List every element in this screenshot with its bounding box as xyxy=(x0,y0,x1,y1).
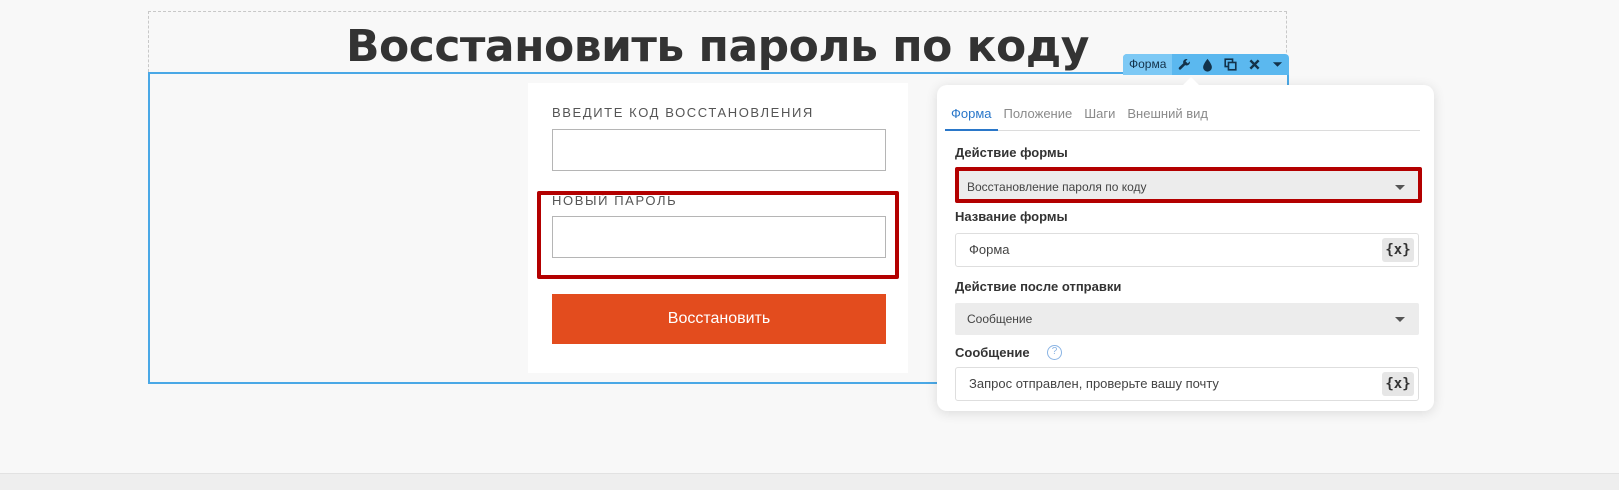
wrench-icon[interactable] xyxy=(1172,54,1195,75)
tab-appearance[interactable]: Внешний вид xyxy=(1121,103,1214,131)
message-label: Сообщение xyxy=(955,345,1030,360)
form-settings-panel: Форма Положение Шаги Внешний вид Действи… xyxy=(937,77,1434,411)
code-field-label: ВВЕДИТЕ КОД ВОССТАНОВЛЕНИЯ xyxy=(552,105,814,120)
after-submit-value: Сообщение xyxy=(967,312,1033,326)
message-input[interactable]: Запрос отправлен, проверьте вашу почту {… xyxy=(955,367,1419,401)
drop-icon[interactable] xyxy=(1196,54,1219,75)
tab-form[interactable]: Форма xyxy=(945,103,998,131)
close-icon[interactable] xyxy=(1242,54,1265,75)
heading-block[interactable]: Восстановить пароль по коду xyxy=(148,11,1287,72)
form-action-highlight-box xyxy=(955,167,1422,203)
widget-toolbar: Форма xyxy=(1123,54,1289,75)
form-name-input[interactable]: Форма {x} xyxy=(955,233,1419,267)
form-name-value: Форма xyxy=(969,242,1010,257)
tab-steps[interactable]: Шаги xyxy=(1078,103,1121,131)
password-highlight-box xyxy=(537,191,899,279)
tab-position[interactable]: Положение xyxy=(998,103,1079,131)
variable-insert-button[interactable]: {x} xyxy=(1382,238,1414,262)
variable-insert-button[interactable]: {x} xyxy=(1382,372,1414,396)
chevron-down-icon[interactable] xyxy=(1266,54,1289,75)
form-action-label: Действие формы xyxy=(955,145,1068,160)
chevron-down-icon xyxy=(1395,317,1405,322)
settings-tabs: Форма Положение Шаги Внешний вид xyxy=(945,103,1420,131)
help-icon[interactable]: ? xyxy=(1047,345,1062,360)
panel-caret xyxy=(1183,77,1199,85)
after-submit-select[interactable]: Сообщение xyxy=(955,303,1419,335)
form-name-label: Название формы xyxy=(955,209,1068,224)
footer-bar xyxy=(0,473,1619,490)
recovery-code-input[interactable] xyxy=(552,129,886,171)
duplicate-icon[interactable] xyxy=(1219,54,1242,75)
after-submit-label: Действие после отправки xyxy=(955,279,1122,294)
message-value: Запрос отправлен, проверьте вашу почту xyxy=(969,376,1219,391)
page-title: Восстановить пароль по коду xyxy=(345,21,1090,72)
toolbar-label[interactable]: Форма xyxy=(1123,54,1173,75)
restore-button[interactable]: Восстановить xyxy=(552,294,886,344)
